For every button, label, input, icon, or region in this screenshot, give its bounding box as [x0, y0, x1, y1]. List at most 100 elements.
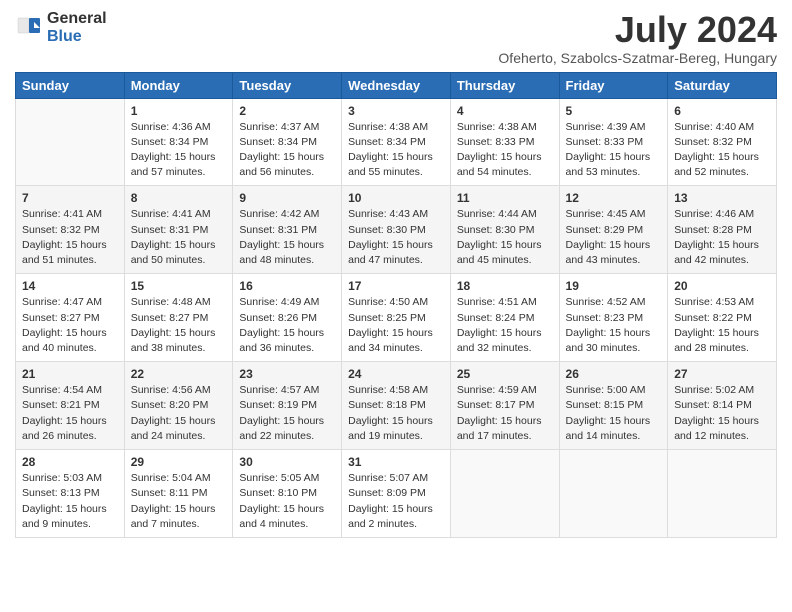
day-info: Sunrise: 4:40 AM Sunset: 8:32 PM Dayligh…: [674, 120, 770, 181]
calendar-cell: 28 Sunrise: 5:03 AM Sunset: 8:13 PM Dayli…: [16, 450, 125, 538]
day-info: Sunrise: 5:00 AM Sunset: 8:15 PM Dayligh…: [566, 383, 662, 444]
calendar-cell: 25 Sunrise: 4:59 AM Sunset: 8:17 PM Dayli…: [450, 362, 559, 450]
location-subtitle: Ofeherto, Szabolcs-Szatmar-Bereg, Hungar…: [498, 50, 777, 66]
month-title: July 2024: [498, 10, 777, 50]
calendar-week-row: 7 Sunrise: 4:41 AM Sunset: 8:32 PM Daylig…: [16, 186, 777, 274]
day-info: Sunrise: 4:58 AM Sunset: 8:18 PM Dayligh…: [348, 383, 444, 444]
day-number: 29: [131, 455, 227, 469]
day-number: 12: [566, 191, 662, 205]
logo-text: General Blue: [47, 10, 107, 45]
day-number: 5: [566, 104, 662, 118]
calendar-cell: 20 Sunrise: 4:53 AM Sunset: 8:22 PM Dayli…: [668, 274, 777, 362]
page-header: General Blue July 2024 Ofeherto, Szabolc…: [15, 10, 777, 66]
day-info: Sunrise: 4:41 AM Sunset: 8:31 PM Dayligh…: [131, 207, 227, 268]
calendar-cell: 9Sunrise: 4:42 AM Sunset: 8:31 PM Daylig…: [233, 186, 342, 274]
calendar-cell: 3 Sunrise: 4:38 AM Sunset: 8:34 PM Daylig…: [342, 98, 451, 186]
calendar-cell: 30 Sunrise: 5:05 AM Sunset: 8:10 PM Dayli…: [233, 450, 342, 538]
calendar-cell: 11 Sunrise: 4:44 AM Sunset: 8:30 PM Dayli…: [450, 186, 559, 274]
day-info: Sunrise: 4:48 AM Sunset: 8:27 PM Dayligh…: [131, 295, 227, 356]
day-info: Sunrise: 4:47 AM Sunset: 8:27 PM Dayligh…: [22, 295, 118, 356]
calendar-table: SundayMondayTuesdayWednesdayThursdayFrid…: [15, 72, 777, 538]
calendar-cell: 13 Sunrise: 4:46 AM Sunset: 8:28 PM Dayli…: [668, 186, 777, 274]
day-number: 14: [22, 279, 118, 293]
day-info: Sunrise: 5:07 AM Sunset: 8:09 PM Dayligh…: [348, 471, 444, 532]
day-info: Sunrise: 4:38 AM Sunset: 8:33 PM Dayligh…: [457, 120, 553, 181]
day-number: 4: [457, 104, 553, 118]
day-info: Sunrise: 4:38 AM Sunset: 8:34 PM Dayligh…: [348, 120, 444, 181]
day-info: Sunrise: 4:49 AM Sunset: 8:26 PM Dayligh…: [239, 295, 335, 356]
calendar-cell: 7 Sunrise: 4:41 AM Sunset: 8:32 PM Daylig…: [16, 186, 125, 274]
day-info: Sunrise: 4:54 AM Sunset: 8:21 PM Dayligh…: [22, 383, 118, 444]
col-header-thursday: Thursday: [450, 72, 559, 98]
day-info: Sunrise: 5:02 AM Sunset: 8:14 PM Dayligh…: [674, 383, 770, 444]
calendar-week-row: 21 Sunrise: 4:54 AM Sunset: 8:21 PM Dayli…: [16, 362, 777, 450]
day-number: 10: [348, 191, 444, 205]
day-number: 31: [348, 455, 444, 469]
calendar-cell: 19 Sunrise: 4:52 AM Sunset: 8:23 PM Dayli…: [559, 274, 668, 362]
calendar-cell: 27 Sunrise: 5:02 AM Sunset: 8:14 PM Dayli…: [668, 362, 777, 450]
day-info: Sunrise: 5:04 AM Sunset: 8:11 PM Dayligh…: [131, 471, 227, 532]
day-number: 27: [674, 367, 770, 381]
calendar-week-row: 1 Sunrise: 4:36 AM Sunset: 8:34 PM Daylig…: [16, 98, 777, 186]
calendar-cell: 29 Sunrise: 5:04 AM Sunset: 8:11 PM Dayli…: [124, 450, 233, 538]
day-number: 1: [131, 104, 227, 118]
calendar-cell: 8Sunrise: 4:41 AM Sunset: 8:31 PM Daylig…: [124, 186, 233, 274]
day-number: 21: [22, 367, 118, 381]
day-info: Sunrise: 4:43 AM Sunset: 8:30 PM Dayligh…: [348, 207, 444, 268]
day-number: 30: [239, 455, 335, 469]
calendar-cell: 23 Sunrise: 4:57 AM Sunset: 8:19 PM Dayli…: [233, 362, 342, 450]
calendar-week-row: 14 Sunrise: 4:47 AM Sunset: 8:27 PM Dayli…: [16, 274, 777, 362]
day-info: Sunrise: 5:05 AM Sunset: 8:10 PM Dayligh…: [239, 471, 335, 532]
day-info: Sunrise: 4:53 AM Sunset: 8:22 PM Dayligh…: [674, 295, 770, 356]
day-number: 22: [131, 367, 227, 381]
calendar-header-row: SundayMondayTuesdayWednesdayThursdayFrid…: [16, 72, 777, 98]
calendar-cell: 5 Sunrise: 4:39 AM Sunset: 8:33 PM Daylig…: [559, 98, 668, 186]
day-number: 3: [348, 104, 444, 118]
day-number: 11: [457, 191, 553, 205]
day-info: Sunrise: 4:37 AM Sunset: 8:34 PM Dayligh…: [239, 120, 335, 181]
col-header-saturday: Saturday: [668, 72, 777, 98]
calendar-cell: 21 Sunrise: 4:54 AM Sunset: 8:21 PM Dayli…: [16, 362, 125, 450]
day-number: 7: [22, 191, 118, 205]
calendar-cell: 24 Sunrise: 4:58 AM Sunset: 8:18 PM Dayli…: [342, 362, 451, 450]
calendar-cell: 31 Sunrise: 5:07 AM Sunset: 8:09 PM Dayli…: [342, 450, 451, 538]
day-number: 28: [22, 455, 118, 469]
calendar-cell: 12Sunrise: 4:45 AM Sunset: 8:29 PM Dayli…: [559, 186, 668, 274]
calendar-week-row: 28 Sunrise: 5:03 AM Sunset: 8:13 PM Dayli…: [16, 450, 777, 538]
day-info: Sunrise: 4:51 AM Sunset: 8:24 PM Dayligh…: [457, 295, 553, 356]
logo-blue: Blue: [47, 28, 107, 46]
day-info: Sunrise: 4:39 AM Sunset: 8:33 PM Dayligh…: [566, 120, 662, 181]
calendar-cell: 4 Sunrise: 4:38 AM Sunset: 8:33 PM Daylig…: [450, 98, 559, 186]
day-number: 20: [674, 279, 770, 293]
day-info: Sunrise: 4:52 AM Sunset: 8:23 PM Dayligh…: [566, 295, 662, 356]
col-header-friday: Friday: [559, 72, 668, 98]
day-number: 26: [566, 367, 662, 381]
calendar-cell: [16, 98, 125, 186]
calendar-cell: 17Sunrise: 4:50 AM Sunset: 8:25 PM Dayli…: [342, 274, 451, 362]
day-number: 23: [239, 367, 335, 381]
day-info: Sunrise: 5:03 AM Sunset: 8:13 PM Dayligh…: [22, 471, 118, 532]
day-info: Sunrise: 4:59 AM Sunset: 8:17 PM Dayligh…: [457, 383, 553, 444]
day-info: Sunrise: 4:50 AM Sunset: 8:25 PM Dayligh…: [348, 295, 444, 356]
day-number: 24: [348, 367, 444, 381]
day-info: Sunrise: 4:46 AM Sunset: 8:28 PM Dayligh…: [674, 207, 770, 268]
col-header-sunday: Sunday: [16, 72, 125, 98]
calendar-cell: 1 Sunrise: 4:36 AM Sunset: 8:34 PM Daylig…: [124, 98, 233, 186]
day-number: 2: [239, 104, 335, 118]
day-number: 18: [457, 279, 553, 293]
day-number: 13: [674, 191, 770, 205]
calendar-cell: 14 Sunrise: 4:47 AM Sunset: 8:27 PM Dayli…: [16, 274, 125, 362]
day-info: Sunrise: 4:56 AM Sunset: 8:20 PM Dayligh…: [131, 383, 227, 444]
day-number: 6: [674, 104, 770, 118]
day-number: 19: [566, 279, 662, 293]
logo-general: General: [47, 10, 107, 28]
day-info: Sunrise: 4:41 AM Sunset: 8:32 PM Dayligh…: [22, 207, 118, 268]
calendar-cell: [668, 450, 777, 538]
day-info: Sunrise: 4:36 AM Sunset: 8:34 PM Dayligh…: [131, 120, 227, 181]
logo-icon: [15, 14, 43, 42]
day-info: Sunrise: 4:57 AM Sunset: 8:19 PM Dayligh…: [239, 383, 335, 444]
title-block: July 2024 Ofeherto, Szabolcs-Szatmar-Ber…: [498, 10, 777, 66]
day-number: 16: [239, 279, 335, 293]
day-number: 25: [457, 367, 553, 381]
day-info: Sunrise: 4:44 AM Sunset: 8:30 PM Dayligh…: [457, 207, 553, 268]
